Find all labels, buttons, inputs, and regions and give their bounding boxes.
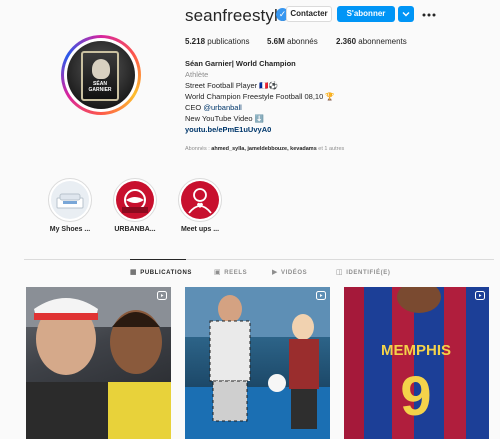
suggested-dropdown-button[interactable] [398,6,414,22]
followed-by-names: ahmed_sylla, jameldebbouze, kevadams [211,146,317,152]
profile-bio: Séan Garnier| World Champion Athlète Str… [185,58,435,135]
post-image-freestyle [185,287,330,439]
bio-line-2: World Champion Freestyle Football 08,10 … [185,92,335,101]
post-thumbnail-2[interactable] [185,287,330,439]
tab-publications[interactable]: ▦ PUBLICATIONS [130,268,192,276]
chevron-down-icon [402,12,410,17]
svg-text:9: 9 [400,364,431,427]
tag-icon: ◫ [336,269,344,276]
highlight-my-shoes[interactable]: My Shoes ... [40,178,100,233]
following-count: 2.360 [336,37,357,46]
highlight-label: URBANBA... [114,226,156,233]
followers-count: 5.6M [267,37,285,46]
post-image-jersey: MEMPHIS 9 [344,287,489,439]
following-stat[interactable]: 2.360 abonnements [336,37,407,46]
post-image-selfie [26,287,171,439]
highlight-label: Meet ups ... [180,226,220,233]
reels-icon: ▣ [214,269,222,276]
bio-line-1: Street Football Player 🇫🇷⚽ [185,81,278,90]
reels-icon [157,291,167,300]
profile-username: seanfreestyle [185,6,288,25]
more-horizontal-icon [422,13,436,17]
followed-by-text[interactable]: Abonnés : ahmed_sylla, jameldebbouze, ke… [185,146,344,152]
posts-count: 5.218 [185,37,206,46]
urbanball-mention-link[interactable]: @urbanball [203,103,241,112]
tab-tagged[interactable]: ◫ IDENTIFIÉ(E) [336,268,390,276]
video-icon: ▶ [272,269,278,276]
followers-label: abonnés [287,37,318,46]
person-heart-icon [188,188,212,214]
highlight-urbanball[interactable]: URBANBA... [105,178,165,233]
posts-label: publications [207,37,250,46]
profile-full-name: Séan Garnier| World Champion [185,59,296,68]
urbanball-thumbnail [116,181,154,219]
contact-button[interactable]: Contacter [286,6,332,22]
urbanball-logo-icon [122,189,148,213]
post-thumbnail-3[interactable]: MEMPHIS 9 [344,287,489,439]
active-tab-indicator [130,259,186,260]
following-label: abonnements [358,37,407,46]
bio-external-link[interactable]: youtu.be/ePmE1uUvyA0 [185,124,435,135]
bio-line-3: CEO @urbanball [185,103,242,112]
more-options-button[interactable] [420,5,438,21]
reels-icon [475,291,485,300]
svg-text:MEMPHIS: MEMPHIS [381,342,451,359]
follow-button[interactable]: S'abonner [337,6,395,22]
post-thumbnail-1[interactable] [26,287,171,439]
grid-icon: ▦ [130,269,138,276]
avatar-image: SÉAN GARNIER [67,41,135,109]
tab-videos[interactable]: ▶ VIDÉOS [272,268,307,276]
bio-line-4: New YouTube Video ⬇️ [185,114,264,123]
followers-stat[interactable]: 5.6M abonnés [267,37,318,46]
tab-reels[interactable]: ▣ REELS [214,268,247,276]
shoe-box-icon [56,193,84,209]
reels-icon [316,291,326,300]
shoes-thumbnail [51,181,89,219]
posts-stat: 5.218 publications [185,37,250,46]
meetups-thumbnail [181,181,219,219]
highlight-label: My Shoes ... [49,226,91,233]
player-card-graphic: SÉAN GARNIER [81,51,119,101]
tabs-divider [24,259,494,260]
avatar-card-line2: GARNIER [88,87,112,93]
profile-category: Athlète [185,70,209,79]
highlight-meet-ups[interactable]: Meet ups ... [170,178,230,233]
profile-avatar[interactable]: SÉAN GARNIER [61,35,141,115]
